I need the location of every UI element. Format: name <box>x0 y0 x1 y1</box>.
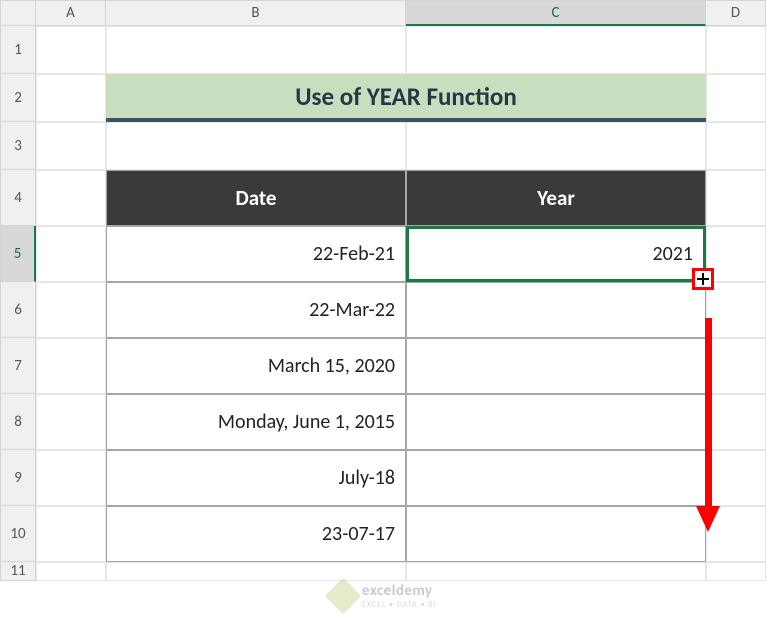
cell-a11[interactable] <box>36 562 106 581</box>
watermark-tagline: EXCEL • DATA • BI <box>362 600 437 610</box>
cell-b10[interactable]: 23-07-17 <box>106 506 406 562</box>
cell-c8[interactable] <box>406 394 706 450</box>
cell-c3[interactable] <box>406 122 706 170</box>
cell-a4[interactable] <box>36 170 106 226</box>
autofill-arrow-annotation <box>696 318 720 533</box>
cell-a5[interactable] <box>36 226 106 282</box>
cell-b8[interactable]: Monday, June 1, 2015 <box>106 394 406 450</box>
cell-b6[interactable]: 22-Mar-22 <box>106 282 406 338</box>
col-header-b[interactable]: B <box>106 0 406 26</box>
cell-d3[interactable] <box>706 122 766 170</box>
row-header-1[interactable]: 1 <box>0 26 36 74</box>
cell-a2[interactable] <box>36 74 106 122</box>
header-year[interactable]: Year <box>406 170 706 226</box>
col-header-a[interactable]: A <box>36 0 106 26</box>
cell-d5[interactable] <box>706 226 766 282</box>
cell-d4[interactable] <box>706 170 766 226</box>
cell-a1[interactable] <box>36 26 106 74</box>
cell-c5[interactable]: 2021 <box>406 226 706 282</box>
header-date[interactable]: Date <box>106 170 406 226</box>
watermark-logo-icon <box>325 578 362 615</box>
cell-b7[interactable]: March 15, 2020 <box>106 338 406 394</box>
cell-c11[interactable] <box>406 562 706 581</box>
cell-c7[interactable] <box>406 338 706 394</box>
cell-c10[interactable] <box>406 506 706 562</box>
fill-handle[interactable] <box>692 268 714 290</box>
cell-a9[interactable] <box>36 450 106 506</box>
spreadsheet-grid: A B C D 1 2 Use of YEAR Function 3 4 Dat… <box>0 0 767 581</box>
row-header-5[interactable]: 5 <box>0 226 36 282</box>
row-header-2[interactable]: 2 <box>0 74 36 122</box>
cell-c9[interactable] <box>406 450 706 506</box>
row-header-4[interactable]: 4 <box>0 170 36 226</box>
cell-c5-value: 2021 <box>652 242 693 266</box>
cell-a10[interactable] <box>36 506 106 562</box>
cell-d2[interactable] <box>706 74 766 122</box>
row-header-8[interactable]: 8 <box>0 394 36 450</box>
cell-a6[interactable] <box>36 282 106 338</box>
row-header-9[interactable]: 9 <box>0 450 36 506</box>
cell-b5[interactable]: 22-Feb-21 <box>106 226 406 282</box>
watermark-name: exceldemy <box>362 582 437 600</box>
watermark: exceldemy EXCEL • DATA • BI <box>330 582 437 610</box>
row-header-3[interactable]: 3 <box>0 122 36 170</box>
row-header-6[interactable]: 6 <box>0 282 36 338</box>
cell-d1[interactable] <box>706 26 766 74</box>
cell-b3[interactable] <box>106 122 406 170</box>
cell-a8[interactable] <box>36 394 106 450</box>
row-header-10[interactable]: 10 <box>0 506 36 562</box>
select-all-corner[interactable] <box>0 0 36 26</box>
cell-a3[interactable] <box>36 122 106 170</box>
cell-b11[interactable] <box>106 562 406 581</box>
cell-c1[interactable] <box>406 26 706 74</box>
cell-c6[interactable] <box>406 282 706 338</box>
row-header-7[interactable]: 7 <box>0 338 36 394</box>
col-header-d[interactable]: D <box>706 0 766 26</box>
cell-a7[interactable] <box>36 338 106 394</box>
cell-b1[interactable] <box>106 26 406 74</box>
cell-b9[interactable]: July-18 <box>106 450 406 506</box>
title-cell[interactable]: Use of YEAR Function <box>106 74 706 122</box>
row-header-11[interactable]: 11 <box>0 562 36 581</box>
col-header-c[interactable]: C <box>406 0 706 26</box>
cell-d11[interactable] <box>706 562 766 581</box>
